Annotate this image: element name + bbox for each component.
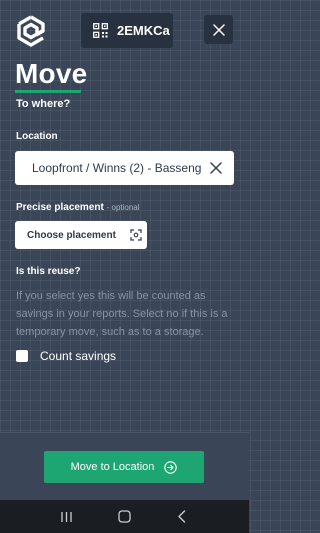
location-field[interactable]: Loopfront / Winns (2) - Bassenger bbox=[15, 151, 234, 185]
move-to-location-label: Move to Location bbox=[70, 461, 155, 473]
reuse-description: If you select yes this will be counted a… bbox=[16, 290, 228, 338]
count-savings-row[interactable]: Count savings bbox=[16, 349, 116, 363]
count-savings-label[interactable]: Count savings bbox=[40, 349, 116, 363]
choose-placement-button[interactable]: Choose placement bbox=[15, 221, 147, 249]
arrow-circle-right-icon bbox=[164, 460, 178, 474]
page-subtitle: To where? bbox=[16, 98, 71, 110]
back-icon bbox=[178, 510, 186, 523]
title-underline bbox=[15, 90, 81, 93]
precise-placement-label: Precise placement - optional bbox=[16, 202, 140, 213]
close-button[interactable] bbox=[204, 15, 233, 44]
logo-icon bbox=[17, 15, 45, 47]
precise-placement-text: Precise placement bbox=[16, 202, 104, 213]
choose-placement-label: Choose placement bbox=[27, 229, 116, 241]
item-code: 2EMKCa bbox=[117, 23, 170, 38]
back-button[interactable] bbox=[174, 509, 190, 525]
recents-button[interactable] bbox=[59, 509, 75, 525]
location-value: Loopfront / Winns (2) - Bassenger bbox=[32, 161, 202, 175]
reuse-label: Is this reuse? bbox=[16, 266, 81, 277]
system-navigation-bar bbox=[0, 500, 249, 533]
optional-hint: - optional bbox=[106, 203, 140, 212]
app-logo bbox=[14, 14, 48, 48]
home-button[interactable] bbox=[116, 509, 132, 525]
page-title: Move bbox=[15, 58, 88, 89]
home-icon bbox=[118, 510, 131, 523]
qr-code-icon bbox=[93, 23, 108, 38]
recents-icon bbox=[61, 511, 72, 522]
count-savings-checkbox[interactable] bbox=[16, 350, 28, 362]
item-code-button[interactable]: 2EMKCa bbox=[81, 13, 173, 48]
move-to-location-button[interactable]: Move to Location bbox=[44, 451, 204, 483]
close-icon bbox=[212, 23, 225, 36]
scan-icon bbox=[130, 229, 142, 241]
clear-location-icon[interactable] bbox=[210, 162, 222, 174]
location-label: Location bbox=[16, 131, 58, 142]
